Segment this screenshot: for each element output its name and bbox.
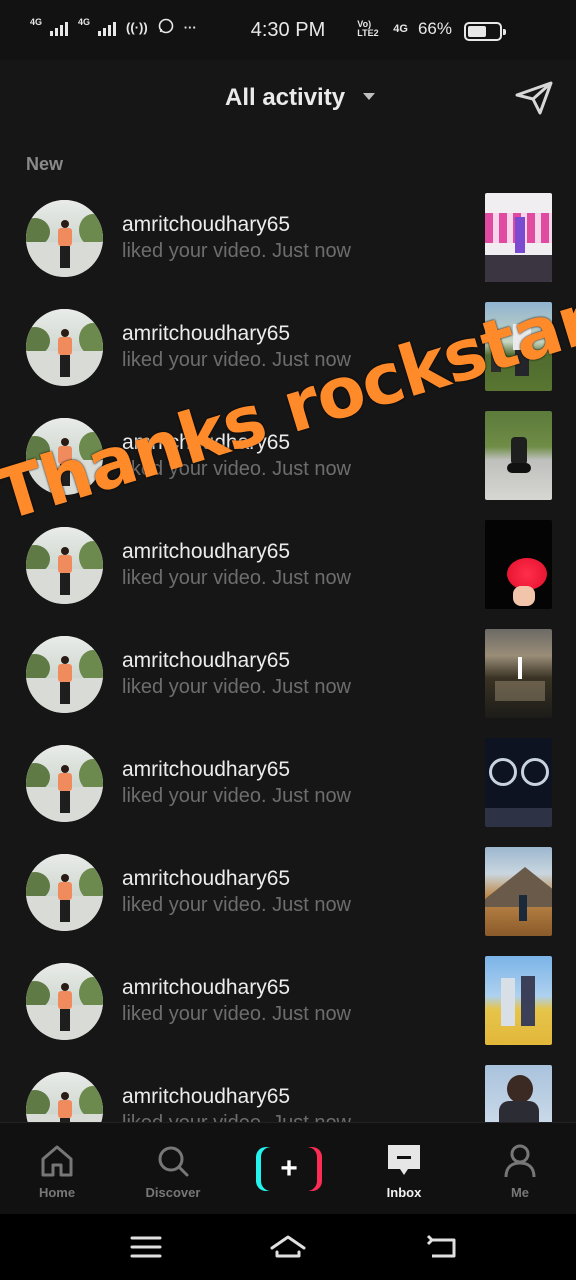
tab-home-label: Home: [38, 1185, 76, 1200]
notification-username[interactable]: amritchoudhary65: [122, 213, 290, 237]
video-thumbnail[interactable]: [485, 738, 552, 827]
notification-text: liked your video. Just now: [122, 240, 352, 262]
notification-text: liked your video. Just now: [122, 894, 352, 916]
menu-icon[interactable]: [128, 1232, 164, 1262]
notification-text: liked your video. Just now: [122, 458, 352, 480]
notification-row[interactable]: amritchoudhary65 liked your video. Just n…: [0, 519, 576, 628]
notification-row[interactable]: amritchoudhary65 liked your video. Just n…: [0, 628, 576, 737]
notification-username[interactable]: amritchoudhary65: [122, 867, 290, 891]
notification-username[interactable]: amritchoudhary65: [122, 322, 290, 346]
video-thumbnail[interactable]: [485, 193, 552, 282]
inbox-screen: All activity New amritchoudhary65 liked y…: [0, 60, 576, 1122]
video-thumbnail[interactable]: [485, 411, 552, 500]
home-icon: [41, 1145, 73, 1177]
section-new-label: New: [26, 154, 64, 174]
system-nav-bar: [0, 1214, 576, 1280]
status-right: Vo) LTE2 4G 66%: [357, 19, 452, 39]
notification-text: liked your video. Just now: [122, 349, 352, 371]
tab-discover-label: Discover: [145, 1185, 201, 1200]
battery-percent: 66%: [417, 19, 452, 38]
notification-row[interactable]: amritchoudhary65 liked your video. Just n…: [0, 192, 576, 301]
notification-row[interactable]: amritchoudhary65 liked your video. Just n…: [0, 1064, 576, 1122]
notification-text: liked your video. Just now: [122, 1003, 352, 1025]
profile-icon: [504, 1144, 536, 1178]
direct-message-icon[interactable]: [514, 80, 554, 116]
video-thumbnail[interactable]: [485, 520, 552, 609]
battery-icon: [464, 22, 506, 41]
notification-row[interactable]: amritchoudhary65 liked your video. Just n…: [0, 955, 576, 1064]
notification-username[interactable]: amritchoudhary65: [122, 431, 290, 455]
video-thumbnail[interactable]: [485, 956, 552, 1045]
notification-row[interactable]: amritchoudhary65 liked your video. Just n…: [0, 846, 576, 955]
avatar[interactable]: [26, 854, 103, 931]
notification-username[interactable]: amritchoudhary65: [122, 758, 290, 782]
tab-home[interactable]: Home: [7, 1141, 107, 1200]
video-thumbnail[interactable]: [485, 629, 552, 718]
notification-text: liked your video. Just now: [122, 567, 352, 589]
notification-username[interactable]: amritchoudhary65: [122, 1085, 290, 1109]
tab-inbox[interactable]: Inbox: [354, 1141, 454, 1200]
video-thumbnail[interactable]: [485, 847, 552, 936]
notification-username[interactable]: amritchoudhary65: [122, 540, 290, 564]
home-nav-icon[interactable]: [270, 1232, 306, 1262]
create-button[interactable]: +: [256, 1147, 322, 1191]
notification-text: liked your video. Just now: [122, 785, 352, 807]
avatar[interactable]: [26, 418, 103, 495]
avatar[interactable]: [26, 636, 103, 713]
avatar[interactable]: [26, 1072, 103, 1122]
status-bar: 4G 4G ((·)) ··· 4:30 PM Vo) LTE2 4G 66%: [0, 0, 576, 60]
notification-row[interactable]: amritchoudhary65 liked your video. Just n…: [0, 301, 576, 410]
tab-inbox-label: Inbox: [386, 1185, 422, 1200]
video-thumbnail[interactable]: [485, 302, 552, 391]
notification-username[interactable]: amritchoudhary65: [122, 649, 290, 673]
plus-icon: +: [280, 1152, 298, 1185]
caret-down-icon[interactable]: [363, 93, 375, 100]
search-icon: [158, 1146, 189, 1177]
avatar[interactable]: [26, 200, 103, 277]
avatar[interactable]: [26, 745, 103, 822]
notification-row[interactable]: amritchoudhary65 liked your video. Just n…: [0, 410, 576, 519]
header: All activity: [0, 60, 576, 140]
notification-text: liked your video. Just now: [122, 1112, 351, 1122]
video-thumbnail[interactable]: [485, 1065, 552, 1122]
bottom-tab-bar: Home Discover + Inbox Me: [0, 1122, 576, 1214]
tab-me[interactable]: Me: [470, 1141, 570, 1200]
avatar[interactable]: [26, 527, 103, 604]
avatar[interactable]: [26, 309, 103, 386]
tab-me-label: Me: [510, 1185, 530, 1200]
notification-row[interactable]: amritchoudhary65 liked your video. Just n…: [0, 737, 576, 846]
avatar[interactable]: [26, 963, 103, 1040]
back-icon[interactable]: [424, 1232, 460, 1262]
tab-discover[interactable]: Discover: [123, 1141, 223, 1200]
network-type-3: 4G: [393, 23, 408, 35]
notification-username[interactable]: amritchoudhary65: [122, 976, 290, 1000]
volte-icon: Vo) LTE2: [357, 19, 379, 38]
notification-text: liked your video. Just now: [122, 676, 352, 698]
inbox-icon: [388, 1145, 420, 1175]
activity-filter-dropdown[interactable]: All activity: [225, 84, 345, 112]
